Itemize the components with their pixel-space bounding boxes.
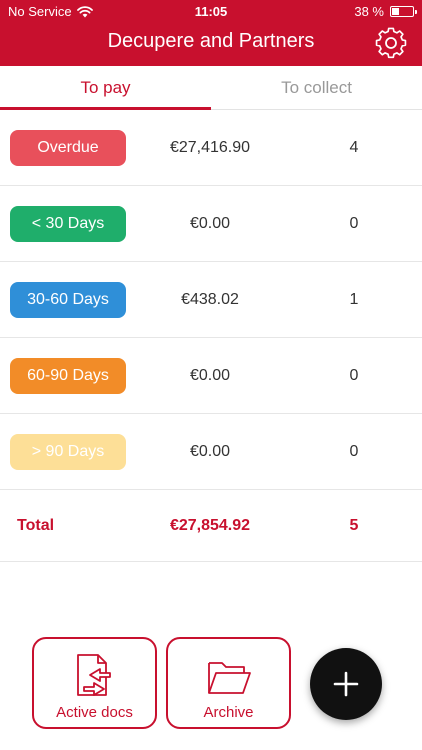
- status-bar: No Service 11:05 38 %: [0, 0, 422, 22]
- status-badge: 30-60 Days: [10, 282, 126, 318]
- status-right: 38 %: [354, 4, 417, 19]
- tab-bar: To pay To collect: [0, 66, 422, 110]
- row-count: 0: [349, 215, 359, 232]
- gear-icon[interactable]: [374, 26, 408, 60]
- active-docs-icon-wrap: [34, 651, 155, 701]
- tab-to-pay[interactable]: To pay: [0, 66, 211, 110]
- row-amount: €0.00: [189, 215, 231, 232]
- total-amount: €27,854.92: [169, 517, 251, 534]
- aging-row-under-30[interactable]: < 30 Days €0.00 0: [0, 186, 422, 262]
- total-count: 5: [349, 517, 359, 534]
- total-row: Total €27,854.92 5: [0, 490, 422, 562]
- plus-icon: [333, 671, 359, 697]
- active-docs-icon: [76, 654, 111, 696]
- row-count: 0: [349, 443, 359, 460]
- status-badge: > 90 Days: [10, 434, 126, 470]
- row-count: 1: [349, 291, 359, 308]
- row-amount: €0.00: [189, 443, 231, 460]
- battery-icon: [390, 6, 417, 17]
- archive-button[interactable]: Archive: [166, 637, 291, 729]
- folder-icon: [207, 662, 251, 694]
- aging-row-overdue[interactable]: Overdue €27,416.90 4: [0, 110, 422, 186]
- battery-text: 38 %: [354, 4, 384, 19]
- status-badge: < 30 Days: [10, 206, 126, 242]
- folder-icon-wrap: [168, 651, 289, 701]
- status-badge: 60-90 Days: [10, 358, 126, 394]
- total-label: Total: [17, 517, 55, 534]
- status-badge: Overdue: [10, 130, 126, 166]
- row-amount: €438.02: [181, 291, 239, 308]
- add-button[interactable]: [310, 648, 382, 720]
- archive-label: Archive: [203, 704, 254, 721]
- active-docs-button[interactable]: Active docs: [32, 637, 157, 729]
- row-count: 4: [349, 139, 359, 156]
- aging-row-over-90[interactable]: > 90 Days €0.00 0: [0, 414, 422, 490]
- row-count: 0: [349, 367, 359, 384]
- active-docs-label: Active docs: [56, 704, 133, 721]
- app-header: No Service 11:05 38 % Decupere and Partn…: [0, 0, 422, 66]
- battery-level: [392, 8, 399, 15]
- aging-row-30-60[interactable]: 30-60 Days €438.02 1: [0, 262, 422, 338]
- page-title: Decupere and Partners: [107, 30, 315, 52]
- row-amount: €0.00: [189, 367, 231, 384]
- aging-row-60-90[interactable]: 60-90 Days €0.00 0: [0, 338, 422, 414]
- tab-to-collect[interactable]: To collect: [211, 66, 422, 110]
- row-amount: €27,416.90: [169, 139, 251, 156]
